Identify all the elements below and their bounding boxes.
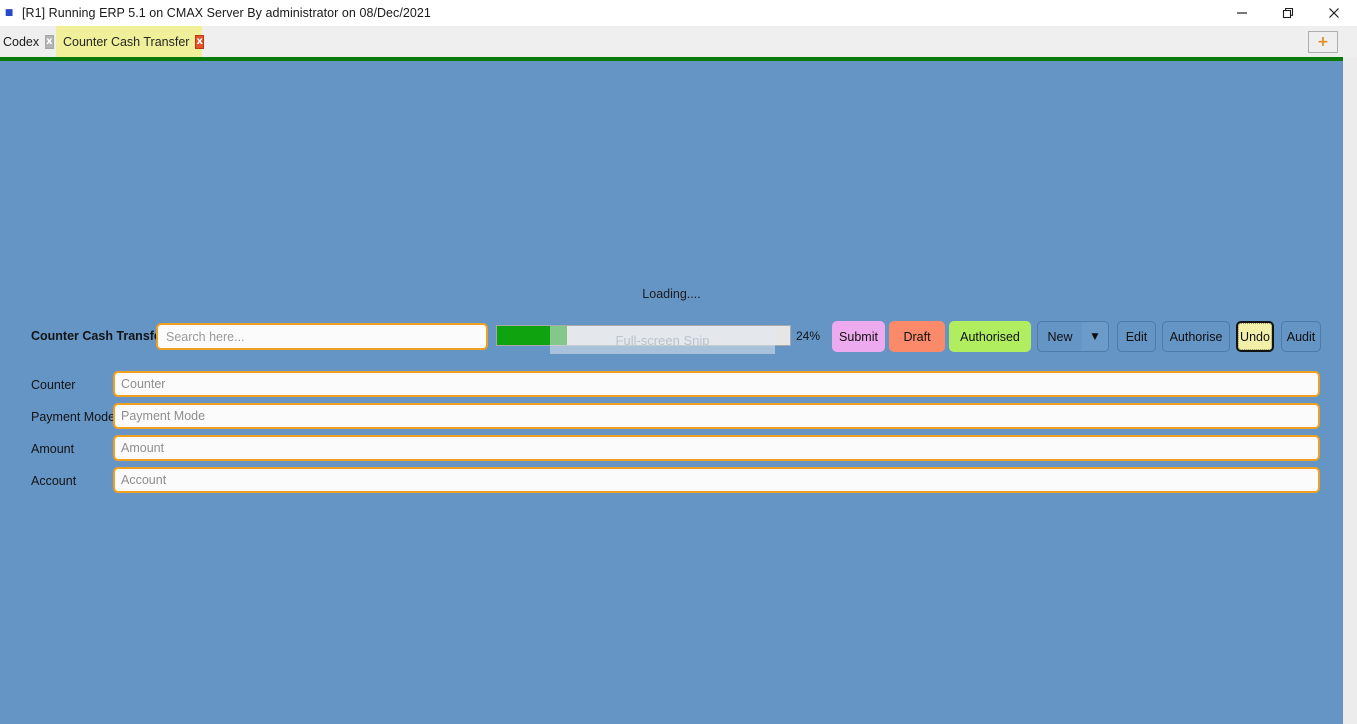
app-icon: ■ bbox=[4, 7, 14, 18]
account-label: Account bbox=[31, 474, 77, 488]
authorised-status-button[interactable]: Authorised bbox=[949, 321, 1031, 352]
tab-strip: Codex x Counter Cash Transfer x + bbox=[0, 26, 1357, 57]
counter-label: Counter bbox=[31, 378, 76, 392]
tab-counter-cash-transfer-label: Counter Cash Transfer bbox=[63, 34, 190, 49]
search-input[interactable] bbox=[156, 323, 488, 350]
progress-percent-label: 24% bbox=[796, 329, 821, 343]
account-input[interactable] bbox=[113, 467, 1320, 493]
progress-bar bbox=[496, 325, 791, 346]
tab-codex-close-icon[interactable]: x bbox=[45, 34, 54, 49]
undo-button[interactable]: Undo bbox=[1236, 321, 1274, 352]
edit-button[interactable]: Edit bbox=[1117, 321, 1156, 352]
title-bar: ■ [R1] Running ERP 5.1 on CMAX Server By… bbox=[0, 0, 1357, 26]
counter-cash-transfer-form: Counter Payment Mode Amount Account bbox=[0, 371, 1343, 499]
add-tab-button[interactable]: + bbox=[1308, 31, 1338, 53]
application-window: ■ [R1] Running ERP 5.1 on CMAX Server By… bbox=[0, 0, 1357, 724]
minimize-icon[interactable] bbox=[1219, 0, 1265, 26]
amount-input[interactable] bbox=[113, 435, 1320, 461]
payment-mode-input[interactable] bbox=[113, 403, 1320, 429]
amount-label: Amount bbox=[31, 442, 75, 456]
restore-icon[interactable] bbox=[1265, 0, 1311, 26]
payment-mode-label: Payment Mode bbox=[31, 410, 116, 424]
close-icon[interactable] bbox=[1311, 0, 1357, 26]
vertical-scrollbar-gutter[interactable] bbox=[1343, 57, 1357, 724]
module-toolbar: Counter Cash Transfer Full-screen Snip 2… bbox=[0, 318, 1343, 358]
tab-codex[interactable]: Codex x bbox=[0, 26, 54, 57]
authorise-button[interactable]: Authorise bbox=[1162, 321, 1230, 352]
draft-button[interactable]: Draft bbox=[889, 321, 945, 352]
counter-input[interactable] bbox=[113, 371, 1320, 397]
form-row-counter: Counter bbox=[0, 371, 1343, 403]
audit-button[interactable]: Audit bbox=[1281, 321, 1321, 352]
new-dropdown-label: New bbox=[1047, 329, 1073, 344]
submit-button[interactable]: Submit bbox=[832, 321, 885, 352]
form-row-account: Account bbox=[0, 467, 1343, 499]
undo-button-label: Undo bbox=[1238, 323, 1272, 350]
progress-bar-fill bbox=[497, 326, 568, 345]
tab-counter-cash-transfer-close-icon[interactable]: x bbox=[195, 34, 204, 49]
window-controls bbox=[1219, 0, 1357, 26]
window-title: [R1] Running ERP 5.1 on CMAX Server By a… bbox=[22, 6, 431, 20]
loading-status: Loading.... bbox=[642, 287, 701, 301]
tab-counter-cash-transfer[interactable]: Counter Cash Transfer x bbox=[56, 26, 204, 57]
form-row-payment-mode: Payment Mode bbox=[0, 403, 1343, 435]
module-title: Counter Cash Transfer bbox=[31, 329, 166, 343]
new-dropdown[interactable]: New ▼ bbox=[1037, 321, 1109, 352]
content-area: Loading.... Counter Cash Transfer Full-s… bbox=[0, 61, 1343, 724]
form-row-amount: Amount bbox=[0, 435, 1343, 467]
chevron-down-icon[interactable]: ▼ bbox=[1082, 322, 1108, 351]
tab-codex-label: Codex bbox=[3, 34, 40, 49]
